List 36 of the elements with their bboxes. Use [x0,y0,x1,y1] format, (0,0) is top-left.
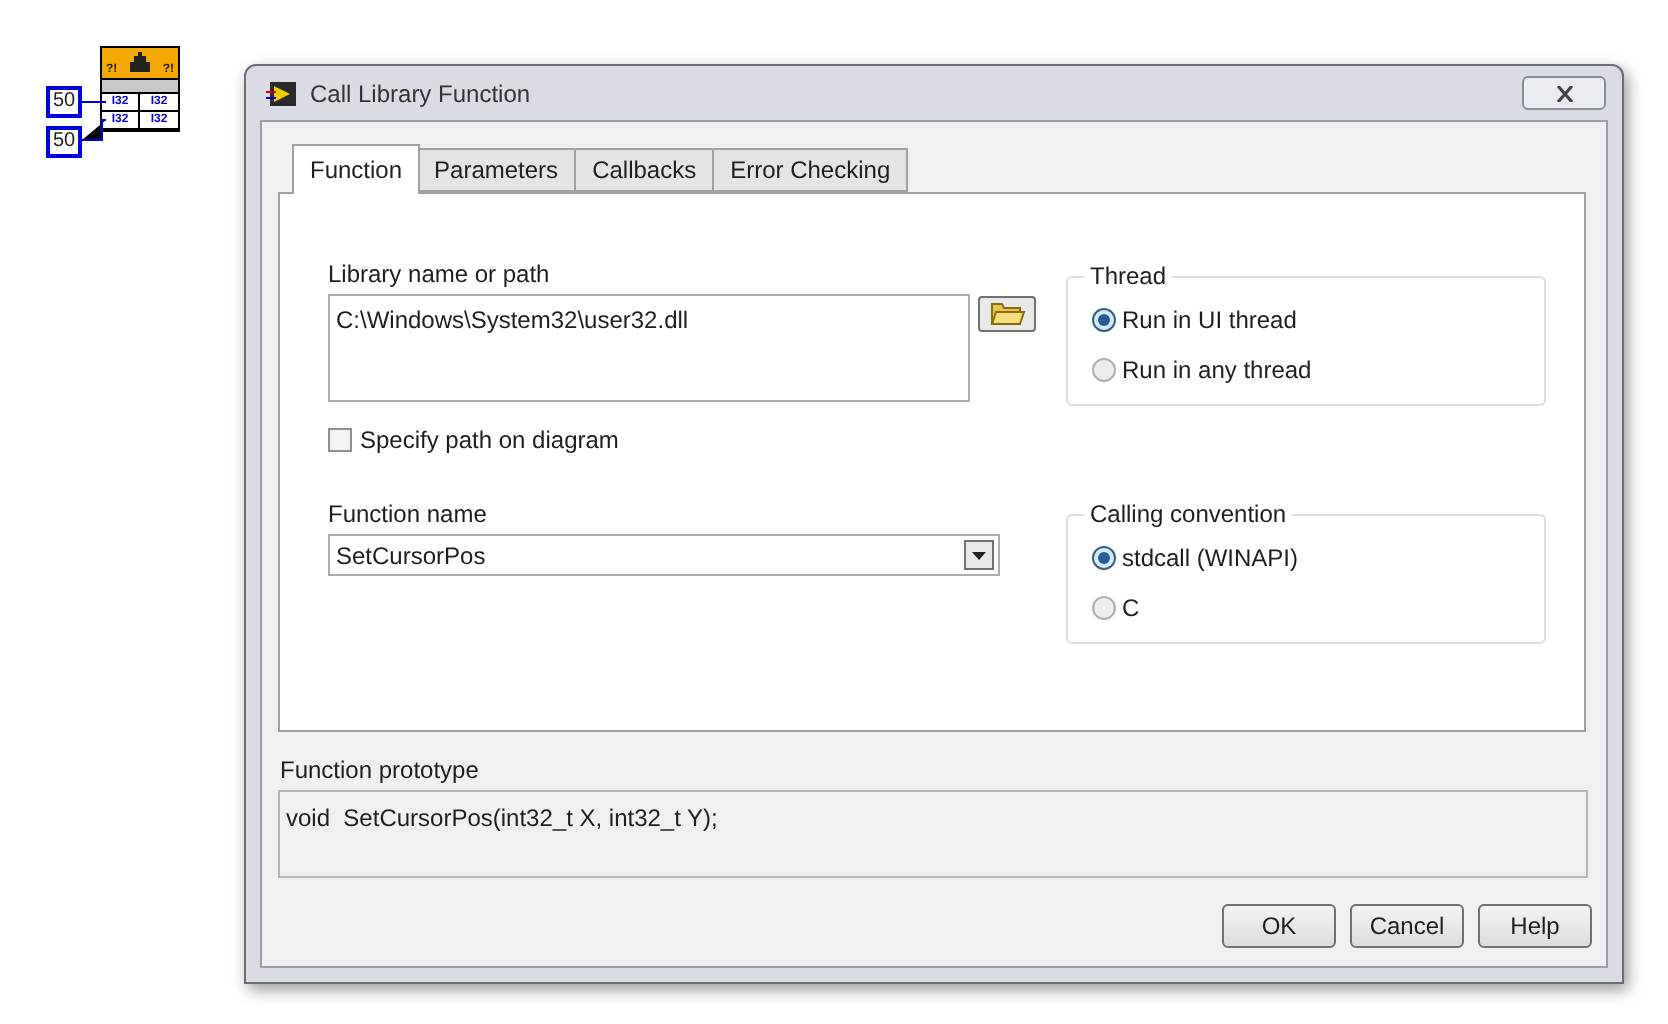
numeric-constant: 50 [46,126,82,158]
tab[interactable]: Parameters [418,148,577,192]
dialog-button[interactable]: Help [1478,904,1592,948]
field-label: Function prototype [280,756,481,784]
radio-button[interactable] [1092,596,1116,620]
building-icon [130,52,150,72]
tab[interactable]: Function [292,144,421,194]
radio-button[interactable] [1092,546,1116,570]
dropdown-button[interactable] [964,540,994,570]
field-label: Library name or path [328,260,552,288]
radio-label: Run in any thread [1122,354,1312,388]
library-path-field[interactable]: C:\Windows\System32\user32.dll [328,294,970,402]
prototype-field: void SetCursorPos(int32_t X, int32_t Y); [278,790,1588,878]
browse-button[interactable] [978,296,1036,332]
group-title: Thread [1084,262,1173,290]
radio-label: C [1122,592,1140,626]
numeric-constant: 50 [46,86,82,118]
field-label: Function name [328,500,489,528]
group-title: Calling convention [1084,500,1293,528]
checkbox-label: Specify path on diagram [360,424,619,458]
tab[interactable]: Error Checking [712,148,909,192]
caret-icon [972,551,986,559]
radio-button[interactable] [1092,358,1116,382]
function-name-dropdown[interactable]: SetCursorPos [328,534,1000,576]
radio-label: Run in UI thread [1122,304,1297,338]
folder-icon [989,302,1025,326]
dialog-button[interactable]: OK [1222,904,1336,948]
checkbox[interactable] [328,428,352,452]
radio-label: stdcall (WINAPI) [1122,542,1299,576]
dialog-button[interactable]: Cancel [1350,904,1464,948]
tab[interactable]: Callbacks [574,148,715,192]
close-button[interactable] [1522,76,1606,110]
radio-button[interactable] [1092,308,1116,332]
window-title: Call Library Function [310,77,531,111]
app-icon [266,79,298,107]
close-icon [1555,85,1573,101]
